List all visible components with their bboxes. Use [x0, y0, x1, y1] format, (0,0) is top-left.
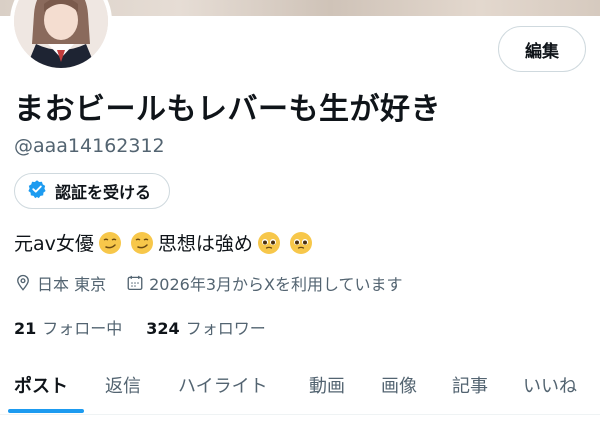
verified-badge-icon: [27, 179, 47, 203]
join-date-text: 2026年3月からXを利用しています: [149, 275, 403, 294]
bio: 元av女優 思想は強め: [14, 229, 317, 256]
pleading-face-emoji-icon: [257, 231, 280, 254]
bio-text-2: 思想は強め: [157, 233, 253, 255]
following-count: 21: [14, 319, 37, 338]
smirking-face-emoji-icon: [130, 231, 153, 254]
tab-replies[interactable]: 返信: [105, 355, 141, 415]
active-tab-indicator: [8, 409, 84, 413]
tab-posts[interactable]: ポスト: [14, 355, 68, 415]
user-handle: @aaa14162312: [14, 135, 165, 157]
location-pin-icon: [17, 274, 29, 291]
following-link[interactable]: 21 フォロー中: [14, 315, 146, 339]
smirking-face-emoji-icon: [98, 231, 121, 254]
follow-stats: 21 フォロー中 324 フォロワー: [14, 315, 290, 339]
tab-videos[interactable]: 動画: [309, 355, 345, 415]
profile-tabs: ポスト 返信 ハイライト 動画 画像 記事 いいね: [0, 355, 600, 415]
pleading-face-emoji-icon: [289, 231, 312, 254]
profile-meta: 日本 東京 2026年3月からXを利用しています: [14, 271, 422, 295]
display-name: まおビールもレバーも生が好き: [14, 92, 441, 127]
followers-count: 324: [146, 319, 180, 338]
tabs-divider: [0, 414, 600, 415]
location-text: 日本 東京: [37, 275, 107, 294]
tab-highlights[interactable]: ハイライト: [178, 355, 268, 415]
followers-link[interactable]: 324 フォロワー: [146, 315, 289, 339]
tab-articles[interactable]: 記事: [452, 355, 488, 415]
get-verified-label: 認証を受ける: [55, 183, 152, 202]
join-date: 2026年3月からXを利用しています: [126, 271, 402, 295]
calendar-icon: [127, 275, 143, 291]
tab-images[interactable]: 画像: [381, 355, 417, 415]
bio-text-1: 元av女優: [14, 233, 94, 255]
following-label: フォロー中: [42, 319, 123, 338]
avatar[interactable]: [10, 0, 112, 72]
edit-profile-button[interactable]: 編集: [498, 26, 586, 72]
followers-label: フォロワー: [185, 319, 266, 338]
avatar-image: [14, 0, 108, 68]
get-verified-button[interactable]: 認証を受ける: [14, 173, 171, 209]
location: 日本 東京: [14, 271, 106, 295]
tab-likes[interactable]: いいね: [523, 355, 577, 415]
